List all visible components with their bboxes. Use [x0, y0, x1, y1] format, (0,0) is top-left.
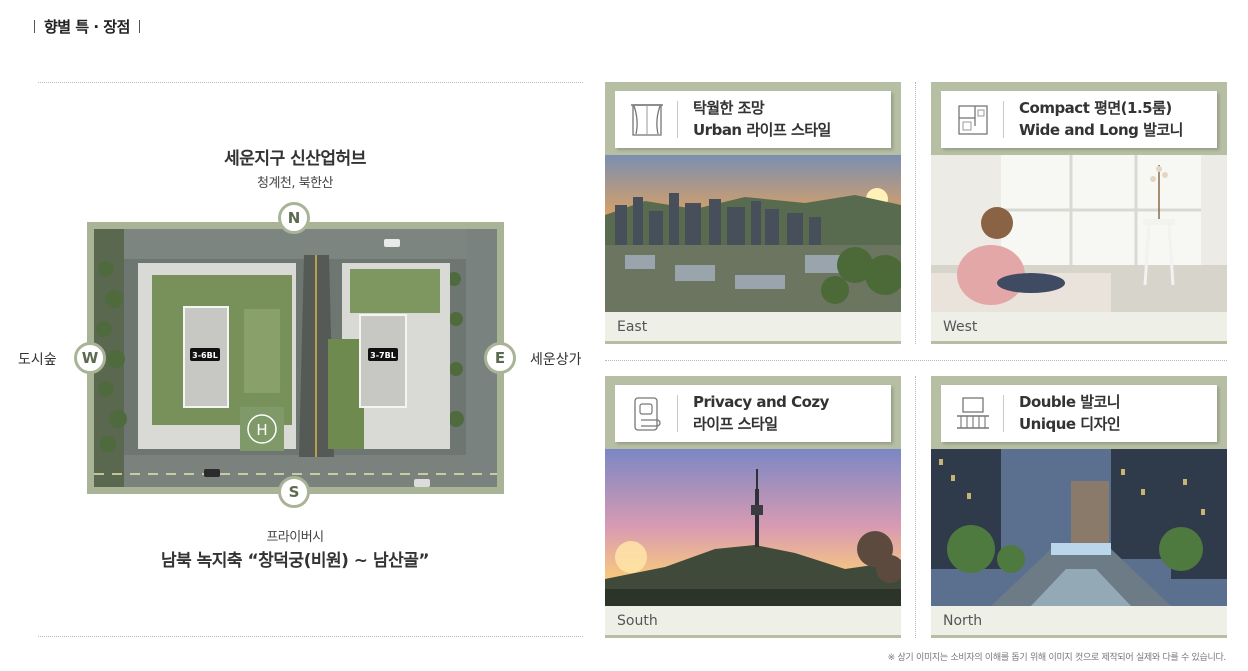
card-header-box: 탁월한 조망 Urban 라이프 스타일 [615, 91, 891, 148]
compass-north: N [278, 202, 310, 234]
direction-label: West [931, 312, 1227, 344]
compass-south: S [278, 476, 310, 508]
card-header-line1: Double 발코니 [1019, 393, 1121, 411]
block-label-left: 3-6BL [192, 351, 218, 360]
interior-woman-photo [931, 155, 1227, 312]
divider-cards-middle [605, 360, 1227, 361]
north-title: 세운지구 신산업허브 [224, 149, 366, 169]
disclaimer-footnote: ※ 상기 이미지는 소비자의 이해를 돕기 위해 이미지 컷으로 제작되어 실제… [887, 653, 1227, 663]
direction-label: South [605, 606, 901, 638]
card-header-separator [677, 395, 678, 432]
window-curtain-icon [631, 104, 663, 136]
feature-card-south: Privacy and Cozy 라이프 스타일 South [605, 376, 901, 638]
direction-label: East [605, 312, 901, 344]
divider-bottom [38, 636, 583, 637]
balcony-icon [957, 397, 989, 429]
site-map: 3-6BL 3-7BL H [87, 222, 504, 494]
card-header: 탁월한 조망 Urban 라이프 스타일 [605, 82, 901, 155]
card-header-line2: Unique 디자인 [1019, 415, 1121, 433]
card-header-separator [1003, 395, 1004, 432]
direction-label: North [931, 606, 1227, 638]
card-header-text: Compact 평면(1.5룸) Wide and Long 발코니 [1019, 97, 1183, 141]
block-label-right: 3-7BL [370, 351, 396, 360]
card-header: Double 발코니 Unique 디자인 [931, 376, 1227, 449]
divider-cards-vertical-top [915, 82, 916, 344]
card-header: Compact 평면(1.5룸) Wide and Long 발코니 [931, 82, 1227, 155]
north-subtitle: 청계천, 북한산 [256, 176, 334, 191]
card-header-line1: Privacy and Cozy [693, 393, 829, 411]
feature-card-west: Compact 평면(1.5룸) Wide and Long 발코니 West [931, 82, 1227, 344]
card-header-line2: 라이프 스타일 [693, 415, 778, 433]
site-map-image: 3-6BL 3-7BL H [94, 229, 497, 487]
floorplan-icon [958, 105, 988, 135]
south-title: 남북 녹지축 “창덕궁(비원) ~ 남산골” [160, 551, 430, 571]
divider-top [38, 82, 583, 83]
card-header-text: 탁월한 조망 Urban 라이프 스타일 [693, 97, 831, 141]
card-header: Privacy and Cozy 라이프 스타일 [605, 376, 901, 449]
card-header-line2: Wide and Long 발코니 [1019, 121, 1183, 139]
west-label: 도시숲 [18, 352, 57, 368]
feature-card-east: 탁월한 조망 Urban 라이프 스타일 East [605, 82, 901, 344]
site-map-illustration: 3-6BL 3-7BL H [94, 229, 497, 487]
section-title-text: 향별 특 · 장점 [44, 18, 130, 36]
section-title: 향별 특 · 장점 [34, 16, 149, 37]
feature-card-north: Double 발코니 Unique 디자인 North [931, 376, 1227, 638]
city-sunset-photo [605, 155, 901, 312]
card-header-box: Compact 평면(1.5룸) Wide and Long 발코니 [941, 91, 1217, 148]
card-header-line1: 탁월한 조망 [693, 99, 765, 117]
card-header-separator [1003, 101, 1004, 138]
namsan-tower-photo [605, 449, 901, 606]
compass-west: W [74, 342, 106, 374]
compass-east: E [484, 342, 516, 374]
title-bar-right [138, 20, 140, 33]
east-label: 세운상가 [530, 352, 582, 368]
card-header-text: Privacy and Cozy 라이프 스타일 [693, 391, 829, 435]
card-header-separator [677, 101, 678, 138]
door-lock-icon [634, 397, 661, 431]
card-header-box: Double 발코니 Unique 디자인 [941, 385, 1217, 442]
card-header-box: Privacy and Cozy 라이프 스타일 [615, 385, 891, 442]
south-subtitle: 프라이버시 [266, 530, 324, 545]
card-header-text: Double 발코니 Unique 디자인 [1019, 391, 1121, 435]
divider-cards-vertical-bottom [915, 376, 916, 638]
helipad-icon: H [256, 421, 267, 439]
cheonggyecheon-photo [931, 449, 1227, 606]
card-header-line2: Urban 라이프 스타일 [693, 121, 831, 139]
title-bar-left [34, 20, 35, 33]
card-header-line1: Compact 평면(1.5룸) [1019, 99, 1172, 117]
